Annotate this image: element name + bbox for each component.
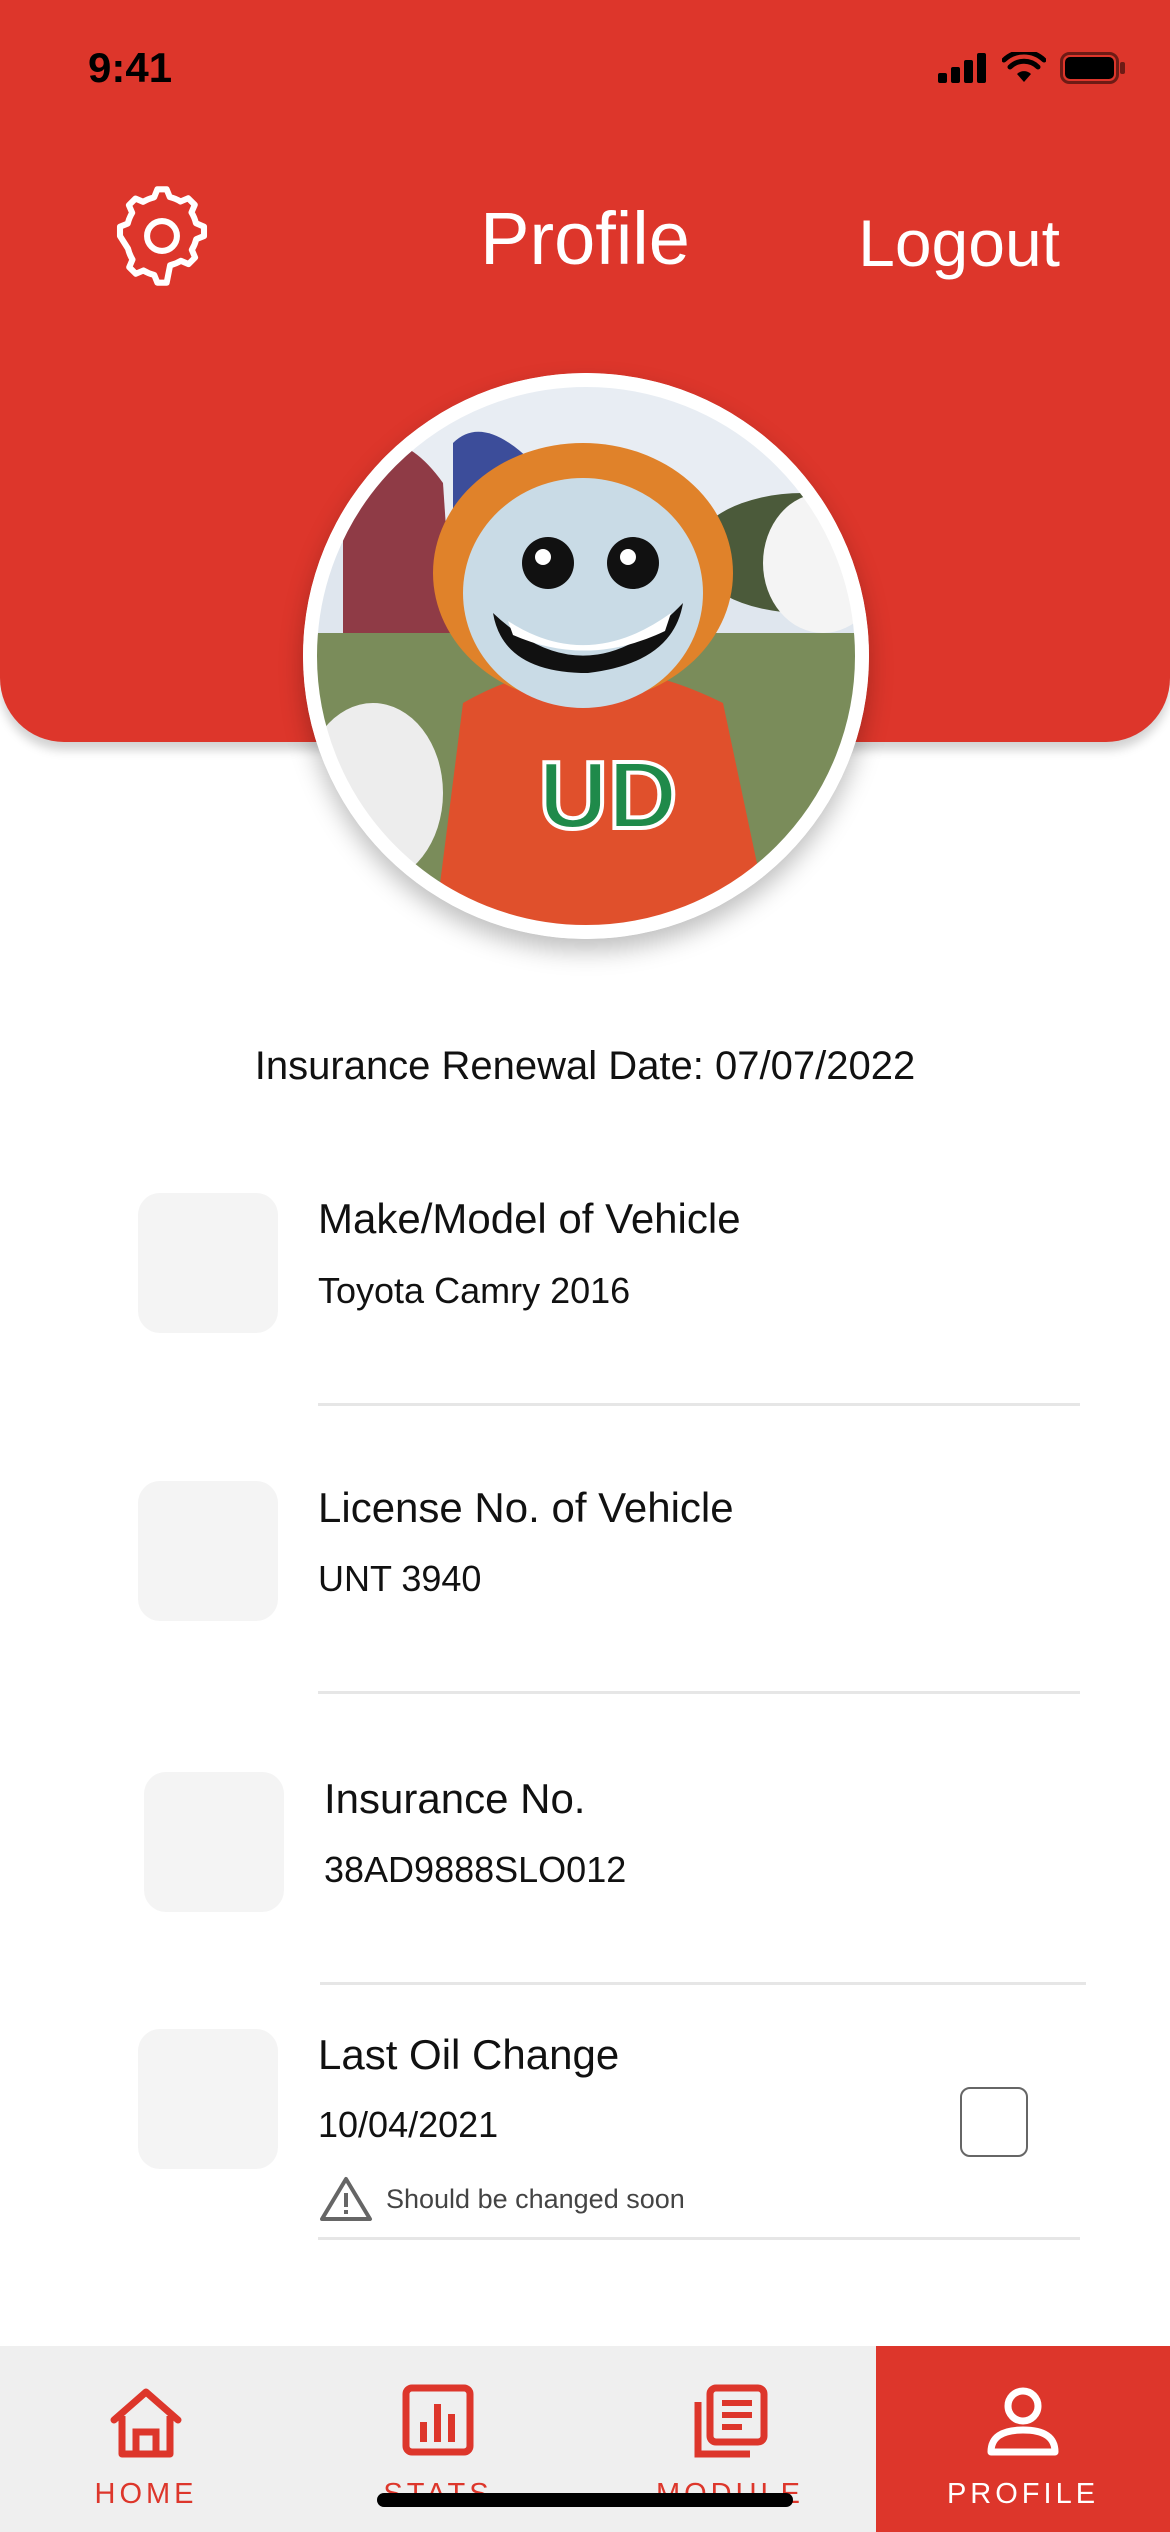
divider (318, 1691, 1080, 1694)
nav-item-home[interactable]: HOME (0, 2346, 292, 2532)
item-thumbnail (138, 2029, 278, 2169)
wifi-icon (1002, 52, 1046, 82)
avatar-photo: UD (303, 373, 869, 939)
item-label: Insurance No. (324, 1775, 586, 1822)
item-label: License No. of Vehicle (318, 1484, 734, 1531)
item-thumbnail (138, 1193, 278, 1333)
divider (320, 1982, 1086, 1985)
oil-change-warning: Should be changed soon (318, 2175, 685, 2223)
nav-label: HOME (94, 2478, 198, 2510)
stats-icon (402, 2384, 474, 2456)
module-icon (694, 2384, 768, 2458)
home-indicator (377, 2493, 793, 2507)
status-time: 9:41 (88, 44, 173, 91)
list-item-make-model[interactable]: Make/Model of Vehicle Toyota Camry 2016 (0, 1193, 1170, 1393)
insurance-renewal-date: Insurance Renewal Date: 07/07/2022 (254, 1044, 916, 1088)
item-value: 38AD9888SLO012 (324, 1849, 627, 1890)
nav-label: PROFILE (946, 2478, 1100, 2510)
logout-button[interactable]: Logout (858, 205, 1060, 281)
item-thumbnail (144, 1772, 284, 1912)
item-label: Last Oil Change (318, 2031, 620, 2078)
item-value: 10/04/2021 (318, 2104, 499, 2145)
list-item-insurance-no[interactable]: Insurance No. 38AD9888SLO012 (0, 1772, 1170, 1972)
battery-icon (1060, 52, 1125, 84)
divider (318, 2237, 1080, 2240)
shirt-logo-text: UD (539, 742, 678, 849)
item-thumbnail (138, 1481, 278, 1621)
home-icon (110, 2388, 182, 2458)
item-value: Toyota Camry 2016 (318, 1270, 631, 1311)
item-value: UNT 3940 (318, 1558, 482, 1599)
nav-item-profile[interactable]: PROFILE (876, 2346, 1170, 2532)
signal-icon (938, 53, 986, 83)
oil-change-checkbox[interactable] (960, 2087, 1028, 2157)
status-icons (938, 52, 1126, 84)
warning-icon (320, 2177, 372, 2221)
warning-text: Should be changed soon (386, 2183, 685, 2214)
divider (318, 1403, 1080, 1406)
profile-icon (987, 2387, 1059, 2456)
item-label: Make/Model of Vehicle (318, 1195, 741, 1242)
list-item-license[interactable]: License No. of Vehicle UNT 3940 (0, 1481, 1170, 1681)
avatar[interactable]: UD (303, 373, 869, 939)
